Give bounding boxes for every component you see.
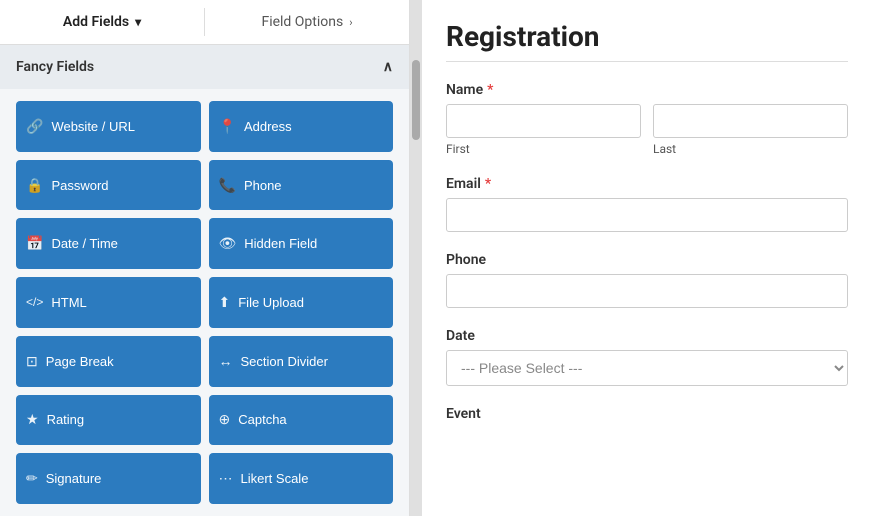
first-name-input[interactable]: [446, 104, 641, 138]
field-btn-rating[interactable]: ★ Rating: [16, 395, 201, 446]
code-icon: </>: [26, 295, 43, 309]
form-field-event: Event: [446, 406, 848, 422]
form-field-email: Email *: [446, 176, 848, 232]
form-label-email: Email *: [446, 176, 848, 192]
field-btn-captcha[interactable]: ⊕ Captcha: [209, 395, 394, 446]
fields-grid: 🔗 Website / URL 📍 Address 🔒 Password 📞 P…: [0, 89, 409, 516]
phone-icon: 📞: [219, 177, 236, 194]
field-btn-address[interactable]: 📍 Address: [209, 101, 394, 152]
email-input[interactable]: [446, 198, 848, 232]
page-break-icon: ⊡: [26, 353, 38, 370]
field-label-address: Address: [244, 119, 292, 134]
eye-icon: 👁: [219, 235, 237, 252]
field-label-section-divider: Section Divider: [241, 354, 328, 369]
first-name-label: First: [446, 142, 641, 156]
scrollbar-thumb[interactable]: [412, 60, 420, 140]
field-label-date-time: Date / Time: [51, 236, 117, 251]
form-label-event: Event: [446, 406, 848, 422]
date-select[interactable]: --- Please Select ---: [446, 350, 848, 386]
field-btn-password[interactable]: 🔒 Password: [16, 160, 201, 211]
right-panel: Registration Name * First Last Email *: [422, 0, 872, 516]
form-label-phone: Phone: [446, 252, 848, 268]
required-star-name: *: [487, 82, 493, 98]
last-name-input[interactable]: [653, 104, 848, 138]
field-btn-file-upload[interactable]: ⬆ File Upload: [209, 277, 394, 328]
field-label-phone: Phone: [244, 178, 282, 193]
tab-bar: Add Fields ▾ Field Options ›: [0, 0, 409, 45]
name-row: First Last: [446, 104, 848, 156]
fancy-fields-section[interactable]: Fancy Fields ∧: [0, 45, 409, 89]
field-label-hidden-field: Hidden Field: [244, 236, 317, 251]
chevron-down-icon: ▾: [135, 15, 141, 29]
field-label-website-url: Website / URL: [51, 119, 135, 134]
lock-icon: 🔒: [26, 177, 43, 194]
form-field-date: Date --- Please Select ---: [446, 328, 848, 386]
field-btn-html[interactable]: </> HTML: [16, 277, 201, 328]
likert-icon: ⋯: [219, 470, 233, 487]
field-label-html: HTML: [51, 295, 86, 310]
captcha-icon: ⊕: [219, 411, 231, 428]
name-first-col: First: [446, 104, 641, 156]
form-field-phone: Phone: [446, 252, 848, 308]
field-btn-hidden-field[interactable]: 👁 Hidden Field: [209, 218, 394, 269]
tab-add-fields-label: Add Fields: [63, 14, 129, 30]
field-btn-signature[interactable]: ✏ Signature: [16, 453, 201, 504]
field-label-password: Password: [51, 178, 108, 193]
chevron-up-icon: ∧: [383, 59, 393, 75]
scrollbar[interactable]: [410, 0, 422, 516]
field-label-likert-scale: Likert Scale: [241, 471, 309, 486]
tab-add-fields[interactable]: Add Fields ▾: [0, 0, 204, 44]
tab-field-options[interactable]: Field Options ›: [205, 0, 409, 44]
last-name-label: Last: [653, 142, 848, 156]
link-icon: 🔗: [26, 118, 43, 135]
field-btn-likert-scale[interactable]: ⋯ Likert Scale: [209, 453, 394, 504]
field-label-rating: Rating: [47, 412, 85, 427]
form-label-name: Name *: [446, 82, 848, 98]
field-label-file-upload: File Upload: [238, 295, 304, 310]
field-label-signature: Signature: [46, 471, 102, 486]
tab-field-options-label: Field Options: [261, 14, 343, 30]
required-star-email: *: [485, 176, 491, 192]
map-pin-icon: 📍: [219, 118, 236, 135]
field-btn-page-break[interactable]: ⊡ Page Break: [16, 336, 201, 387]
pencil-icon: ✏: [26, 470, 38, 487]
field-label-captcha: Captcha: [238, 412, 286, 427]
calendar-icon: 📅: [26, 235, 43, 252]
fancy-fields-label: Fancy Fields: [16, 59, 94, 75]
form-field-name: Name * First Last: [446, 82, 848, 156]
star-icon: ★: [26, 411, 39, 428]
phone-input[interactable]: [446, 274, 848, 308]
name-last-col: Last: [653, 104, 848, 156]
field-btn-date-time[interactable]: 📅 Date / Time: [16, 218, 201, 269]
form-label-date: Date: [446, 328, 848, 344]
divider-icon: ↔: [219, 353, 233, 369]
field-label-page-break: Page Break: [46, 354, 114, 369]
form-title: Registration: [446, 20, 848, 53]
upload-icon: ⬆: [219, 294, 231, 311]
field-btn-section-divider[interactable]: ↔ Section Divider: [209, 336, 394, 387]
form-divider: [446, 61, 848, 62]
left-panel: Add Fields ▾ Field Options › Fancy Field…: [0, 0, 410, 516]
field-btn-phone[interactable]: 📞 Phone: [209, 160, 394, 211]
chevron-right-icon: ›: [349, 16, 352, 29]
field-btn-website-url[interactable]: 🔗 Website / URL: [16, 101, 201, 152]
